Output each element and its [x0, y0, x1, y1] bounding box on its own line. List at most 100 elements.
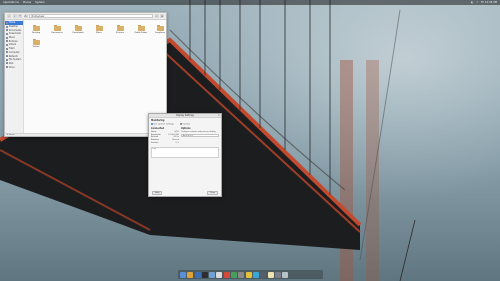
help-button[interactable]: Help [152, 191, 163, 195]
info-row: Position 0, 0 [151, 141, 179, 144]
sidebar-item-label: Downloads [8, 32, 21, 36]
folder-label: Downloads [72, 31, 84, 34]
folder-label: Pictures [116, 31, 124, 34]
drive-icon [6, 58, 8, 61]
info-value: 0, 0 [175, 141, 179, 144]
folder-icon [32, 25, 40, 31]
sidebar-item-label: Pictures [8, 39, 18, 43]
mail-icon[interactable] [194, 271, 201, 278]
info-key: Position [151, 141, 159, 144]
sidebar-item-label: Videos [8, 43, 17, 47]
radio-option[interactable]: Use system settings [151, 122, 174, 126]
folder-icon [32, 39, 40, 45]
folder-label: Music [96, 31, 102, 34]
up-icon[interactable]: ^ [18, 14, 22, 18]
close-button[interactable]: Close [206, 191, 218, 195]
back-icon[interactable]: ‹ [7, 14, 11, 18]
folder-icon [53, 25, 61, 31]
folder-label: Videos [32, 45, 40, 48]
file-view: Desktop Documents Downloads Music Pictur… [24, 20, 166, 136]
radio-label: Custom [182, 123, 191, 126]
sidebar-item-label: Computer [8, 50, 20, 54]
file-manager-window: ‹ › ^ ⌂ /home/user ⌕ ≡ Home Desktop Docu… [4, 12, 167, 137]
folder-item[interactable]: Pictures [112, 25, 128, 34]
folder-label: Desktop [31, 31, 41, 34]
folder-label: Documents [51, 31, 63, 34]
info-key: Rotation [151, 139, 159, 142]
folder-item[interactable]: Templates [152, 25, 168, 34]
search-icon[interactable]: ⌕ [154, 14, 159, 18]
file-manager-sidebar: Home Desktop Documents Downloads Music P… [5, 20, 24, 136]
notes-icon[interactable] [267, 271, 274, 278]
view-toggle-icon[interactable]: ≡ [160, 14, 164, 18]
radio-option[interactable]: Custom [179, 122, 191, 126]
options-panel: Options Configure outputs and primary di… [181, 127, 219, 144]
folder-icon [95, 25, 103, 31]
dialog-titlebar: Display Settings × [149, 114, 221, 118]
folder-icon [116, 25, 124, 31]
sidebar-item-label: Drive [8, 65, 15, 69]
dock [178, 270, 323, 279]
home-icon[interactable]: ⌂ [23, 14, 28, 18]
monitor-icon[interactable] [260, 271, 267, 278]
music-icon[interactable] [223, 271, 230, 278]
settings-icon[interactable] [238, 271, 245, 278]
forward-icon[interactable]: › [12, 14, 17, 18]
places-menu[interactable]: Places [23, 1, 31, 4]
home-icon [6, 21, 8, 24]
sidebar-item-label: Documents [8, 28, 22, 32]
radio-label: Use system settings [153, 123, 174, 126]
output-info: Connected Name LVDS Resolution 1920x1080 R… [151, 127, 179, 144]
calendar-icon[interactable] [216, 271, 223, 278]
documents-icon [6, 29, 8, 32]
folder-item[interactable]: Public Folder [133, 25, 149, 34]
status-bar: 8 items [5, 133, 166, 136]
sidebar-item-drive[interactable]: Drive [5, 65, 23, 69]
editor-icon[interactable] [209, 271, 216, 278]
sidebar-item-label: File System [8, 58, 22, 62]
file-manager-toolbar: ‹ › ^ ⌂ /home/user ⌕ ≡ [5, 13, 166, 20]
network-icon[interactable]: ◐ [471, 1, 473, 4]
sidebar-item-label: Home [8, 21, 16, 25]
options-note: Configure outputs and primary display. [181, 130, 216, 133]
sidebar-item-label: Network [8, 54, 18, 58]
close-icon[interactable]: × [218, 114, 220, 118]
dialog-title: Display Settings [176, 114, 194, 117]
terminal-icon[interactable] [201, 271, 208, 278]
trash-icon[interactable] [282, 271, 289, 278]
sidebar-item-label: Trash [8, 47, 15, 51]
folder-item[interactable]: Music [91, 25, 107, 34]
top-panel: Applications Places System ◐ ♪ Fri 12:34… [0, 0, 500, 5]
applications-menu[interactable]: Applications [3, 1, 19, 4]
browser-icon[interactable] [187, 271, 194, 278]
folder-label: Templates [154, 31, 166, 34]
folder-item[interactable]: Documents [49, 25, 65, 34]
detect-field[interactable]: Auto detect [181, 134, 219, 138]
network-icon [6, 55, 8, 58]
volume-icon[interactable]: ♪ [476, 1, 478, 4]
trash-icon [6, 47, 8, 50]
log-area[interactable]: Log [151, 146, 219, 158]
settings-dialog: Display Settings × Monitoring Use system… [148, 113, 222, 197]
folder-item[interactable]: Videos [28, 39, 44, 48]
path-input[interactable]: /home/user [29, 14, 153, 18]
store-icon[interactable] [245, 271, 252, 278]
folder-item[interactable]: Desktop [28, 25, 44, 34]
photos-icon[interactable] [231, 271, 238, 278]
disk-icon [6, 62, 8, 65]
log-label: Log [152, 148, 156, 151]
system-menu[interactable]: System [35, 1, 45, 4]
folder-label: Public Folder [134, 31, 148, 34]
sidebar-item-label: Disk [8, 61, 14, 65]
files-icon[interactable] [180, 271, 186, 278]
downloads-icon [6, 32, 8, 35]
music-icon [6, 36, 8, 39]
folder-icon [156, 25, 164, 31]
calculator-icon[interactable] [274, 271, 281, 278]
pictures-icon [6, 40, 8, 43]
folder-item[interactable]: Downloads [70, 25, 86, 34]
sidebar-item-label: Desktop [8, 25, 18, 29]
chat-icon[interactable] [252, 271, 259, 278]
clock[interactable]: Fri 12:34 PM [481, 1, 497, 4]
folder-icon [137, 25, 145, 31]
